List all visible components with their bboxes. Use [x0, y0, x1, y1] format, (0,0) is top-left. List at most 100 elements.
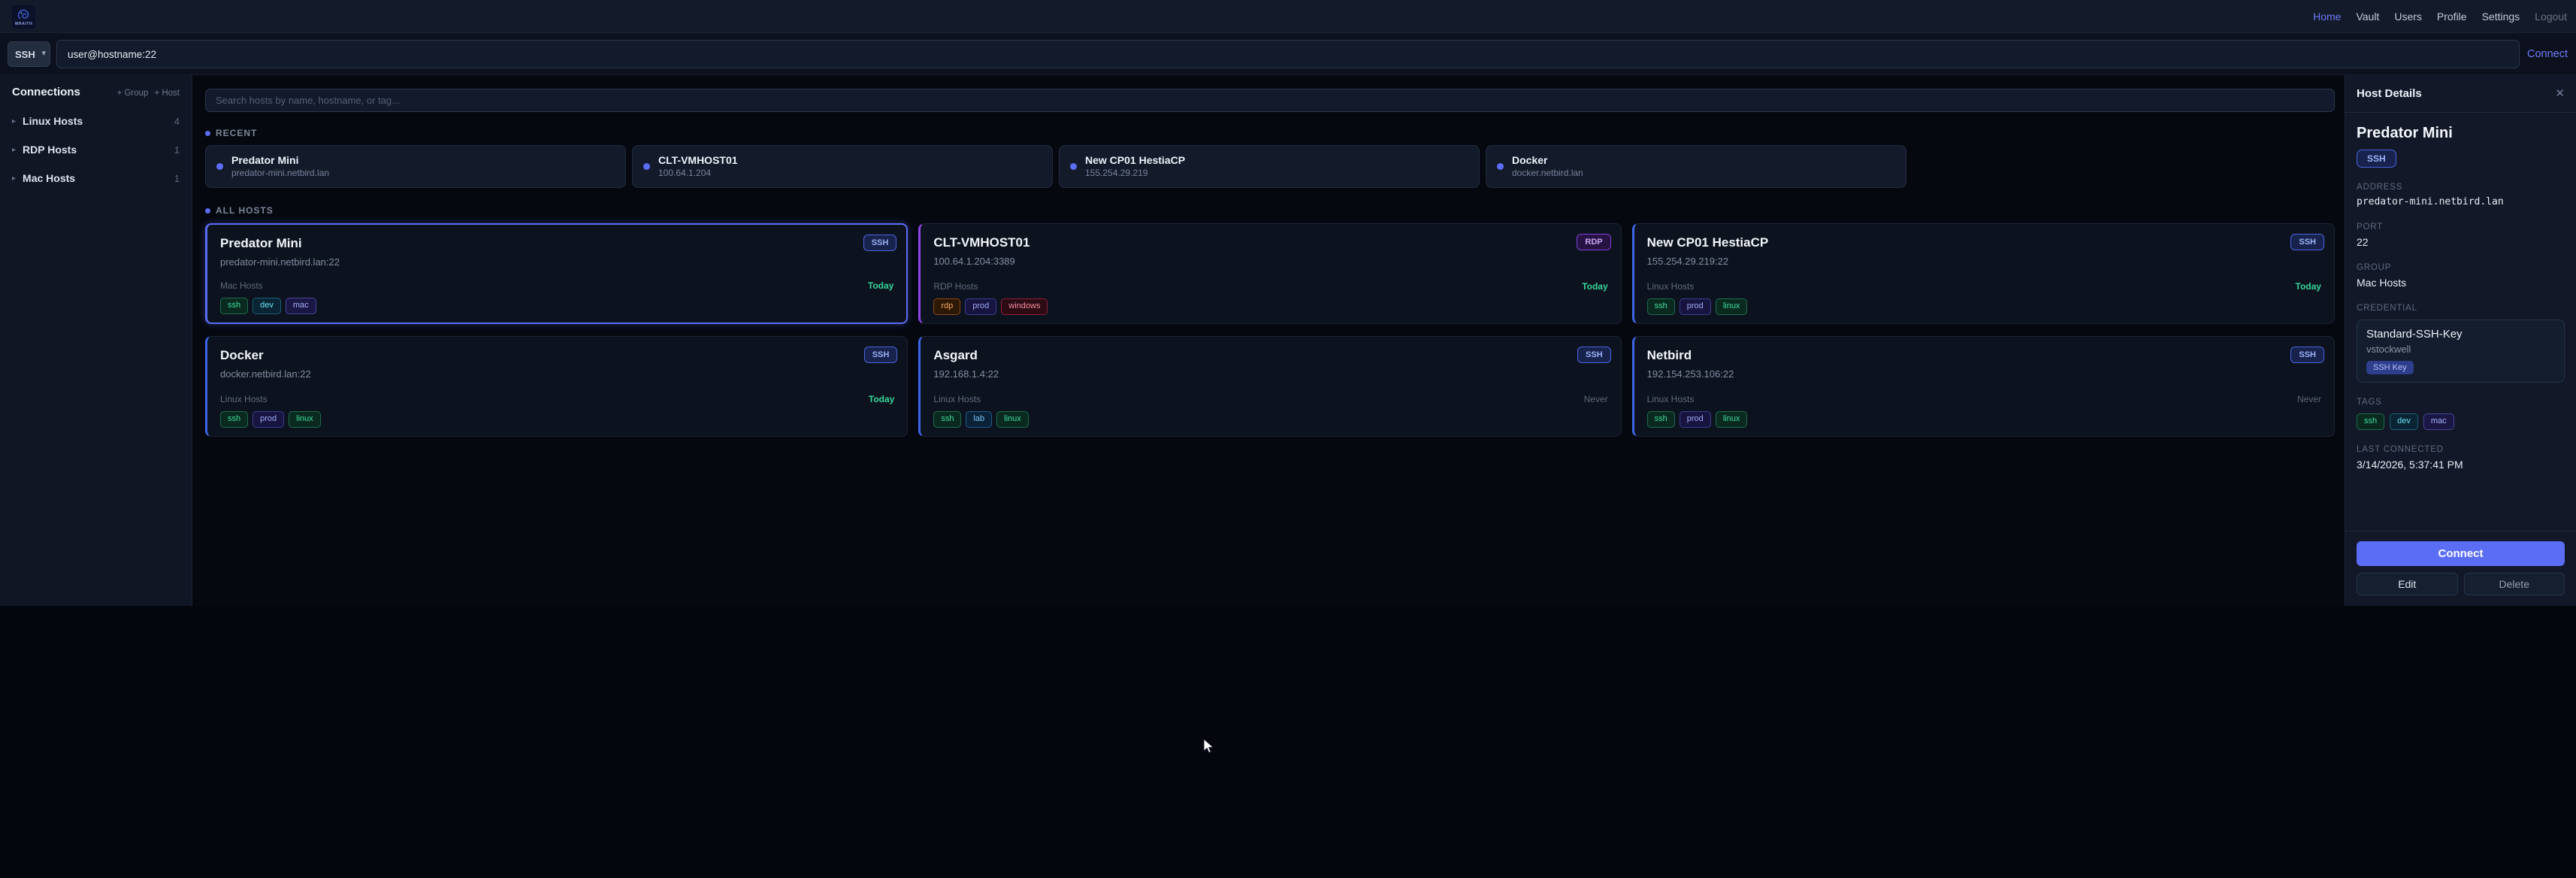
credential-type-badge: SSH Key	[2366, 361, 2414, 374]
host-group: Linux Hosts	[1647, 281, 1695, 292]
recent-section-label: RECENT	[205, 128, 2335, 138]
group-count: 1	[174, 144, 180, 156]
nav-settings[interactable]: Settings	[2482, 11, 2520, 23]
host-address: 192.154.253.106:22	[1647, 368, 2321, 380]
tag: rdp	[933, 298, 960, 315]
recent-card-docker[interactable]: Docker docker.netbird.lan	[1486, 145, 1906, 188]
details-host-name: Predator Mini	[2357, 125, 2565, 142]
protocol-badge: RDP	[1577, 234, 1610, 250]
host-card-asgard[interactable]: Asgard SSH 192.168.1.4:22 Linux Hosts Ne…	[918, 336, 1621, 437]
sidebar-group-linux-hosts[interactable]: ▸ Linux Hosts 4	[12, 115, 180, 127]
quick-connect-bar: SSH ▾ Connect	[0, 33, 2576, 75]
search-input[interactable]	[205, 89, 2335, 112]
nav-links: Home Vault Users Profile Settings Logout	[2313, 0, 2567, 33]
tag: ssh	[2357, 413, 2384, 430]
mouse-cursor	[1202, 738, 1217, 755]
connect-button[interactable]: Connect	[2357, 541, 2565, 566]
host-last-connected: Today	[2296, 281, 2321, 292]
tag: prod	[1680, 298, 1711, 315]
host-details-panel: Host Details ✕ Predator Mini SSH ADDRESS…	[2345, 75, 2576, 606]
recent-host-address: predator-mini.netbird.lan	[231, 168, 329, 180]
panel-title: Host Details	[2357, 87, 2422, 100]
sidebar-group-rdp-hosts[interactable]: ▸ RDP Hosts 1	[12, 144, 180, 156]
recent-card-predator-mini[interactable]: Predator Mini predator-mini.netbird.lan	[205, 145, 626, 188]
host-meta-row: Linux Hosts Today	[220, 394, 894, 404]
add-host-button[interactable]: + Host	[154, 89, 180, 98]
recent-host-address: 155.254.29.219	[1085, 168, 1185, 180]
recent-card-new-cp01-hestiacp[interactable]: New CP01 HestiaCP 155.254.29.219	[1059, 145, 1480, 188]
group-label: Linux Hosts	[23, 115, 174, 127]
tag: prod	[252, 411, 284, 428]
details-protocol-badge: SSH	[2357, 150, 2396, 168]
nav-profile[interactable]: Profile	[2437, 11, 2467, 23]
address-label: ADDRESS	[2357, 183, 2565, 192]
last-connected-label: LAST CONNECTED	[2357, 445, 2565, 454]
panel-body: Predator Mini SSH ADDRESS predator-mini.…	[2345, 113, 2576, 471]
panel-header: Host Details ✕	[2345, 75, 2576, 113]
tag: dev	[2390, 413, 2418, 430]
tag: ssh	[933, 411, 961, 428]
host-card-clt-vmhost01[interactable]: CLT-VMHOST01 RDP 100.64.1.204:3389 RDP H…	[918, 223, 1621, 324]
protocol-select-wrap: SSH ▾	[8, 41, 50, 67]
host-card-new-cp01-hestiacp[interactable]: New CP01 HestiaCP SSH 155.254.29.219:22 …	[1632, 223, 2335, 324]
nav-vault[interactable]: Vault	[2356, 11, 2379, 23]
host-address: 192.168.1.4:22	[933, 368, 1607, 380]
recent-host-address: 100.64.1.204	[658, 168, 738, 180]
host-address: 155.254.29.219:22	[1647, 256, 2321, 267]
all-hosts-label-text: ALL HOSTS	[216, 205, 274, 216]
top-nav: WRAITH Home Vault Users Profile Settings…	[0, 0, 2576, 33]
sidebar-group-mac-hosts[interactable]: ▸ Mac Hosts 1	[12, 172, 180, 184]
group-count: 4	[174, 116, 180, 127]
add-group-button[interactable]: + Group	[117, 89, 149, 98]
host-name: Netbird	[1647, 348, 2321, 363]
host-card-netbird[interactable]: Netbird SSH 192.154.253.106:22 Linux Hos…	[1632, 336, 2335, 437]
protocol-badge: SSH	[2290, 234, 2324, 250]
host-last-connected: Today	[868, 280, 893, 291]
credential-card[interactable]: Standard-SSH-Key vstockwell SSH Key	[2357, 319, 2565, 383]
section-bullet-icon	[205, 208, 210, 213]
tag: ssh	[220, 298, 248, 314]
tag: linux	[1716, 411, 1748, 428]
host-last-connected: Never	[2297, 394, 2321, 404]
tag: mac	[2423, 413, 2454, 430]
protocol-select[interactable]: SSH	[8, 41, 50, 67]
all-hosts-section-label: ALL HOSTS	[205, 205, 2335, 216]
tag: linux	[996, 411, 1029, 428]
host-group: Linux Hosts	[933, 394, 981, 404]
tag: ssh	[1647, 411, 1675, 428]
host-last-connected: Today	[869, 394, 894, 404]
host-tags: ssh lab linux	[933, 411, 1028, 428]
chevron-right-icon: ▸	[12, 174, 16, 183]
host-meta-row: Linux Hosts Today	[1647, 281, 2321, 292]
delete-button[interactable]: Delete	[2464, 573, 2565, 595]
last-connected-value: 3/14/2026, 5:37:41 PM	[2357, 459, 2565, 471]
chevron-right-icon: ▸	[12, 117, 16, 126]
host-card-predator-mini[interactable]: Predator Mini SSH predator-mini.netbird.…	[205, 223, 908, 324]
tag: linux	[1716, 298, 1748, 315]
close-icon[interactable]: ✕	[2555, 88, 2565, 99]
hosts-grid: Predator Mini SSH predator-mini.netbird.…	[205, 223, 2335, 437]
app-root: WRAITH Home Vault Users Profile Settings…	[0, 0, 2576, 878]
host-name: CLT-VMHOST01	[933, 235, 1607, 250]
host-address: docker.netbird.lan:22	[220, 368, 894, 380]
quick-connect-input[interactable]	[56, 40, 2520, 68]
recent-host-name: Docker	[1512, 153, 1583, 168]
protocol-badge: SSH	[2290, 347, 2324, 363]
recent-card-clt-vmhost01[interactable]: CLT-VMHOST01 100.64.1.204	[632, 145, 1053, 188]
chevron-right-icon: ▸	[12, 146, 16, 154]
host-card-docker[interactable]: Docker SSH docker.netbird.lan:22 Linux H…	[205, 336, 908, 437]
group-label: GROUP	[2357, 263, 2565, 272]
tag: dev	[252, 298, 281, 314]
app-logo[interactable]: WRAITH	[12, 5, 35, 29]
recent-host-address: docker.netbird.lan	[1512, 168, 1583, 180]
recent-host-name: Predator Mini	[231, 153, 329, 168]
credential-username: vstockwell	[2366, 344, 2555, 355]
quick-connect-button[interactable]: Connect	[2527, 33, 2568, 75]
tag: mac	[286, 298, 316, 314]
nav-logout[interactable]: Logout	[2535, 11, 2567, 23]
status-dot-icon	[643, 163, 650, 170]
host-meta-row: Linux Hosts Never	[933, 394, 1607, 404]
nav-users[interactable]: Users	[2394, 11, 2422, 23]
edit-button[interactable]: Edit	[2357, 573, 2458, 595]
nav-home[interactable]: Home	[2313, 11, 2341, 23]
